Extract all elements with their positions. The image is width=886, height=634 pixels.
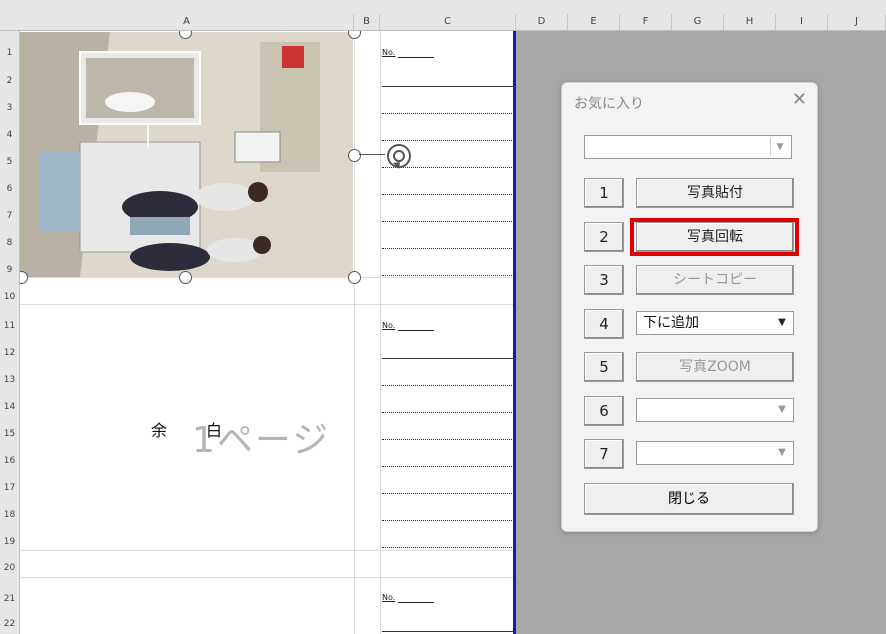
add-below-dropdown[interactable]: 下に追加 ▼ — [636, 311, 794, 335]
row-number[interactable]: 22 — [0, 619, 19, 629]
photo-zoom-button[interactable]: 写真ZOOM — [636, 352, 794, 382]
close-button[interactable]: 閉じる — [584, 483, 794, 515]
row-number[interactable]: 11 — [0, 321, 19, 331]
resize-handle[interactable] — [348, 31, 361, 39]
form-line — [382, 547, 514, 548]
row-number[interactable]: 18 — [0, 510, 19, 520]
copy-sheet-button[interactable]: シートコピー — [636, 265, 794, 295]
number-underline — [398, 330, 434, 331]
row-number[interactable]: 8 — [0, 238, 19, 248]
column-header-bar: A B C D E F G H I J — [0, 0, 886, 31]
paste-photo-button[interactable]: 写真貼付 — [636, 178, 794, 208]
row-number[interactable]: 1 — [0, 48, 19, 58]
chevron-down-icon[interactable]: ▼ — [770, 138, 789, 156]
form-line — [382, 631, 514, 632]
grid-line — [354, 31, 355, 634]
column-header-d[interactable]: D — [516, 14, 568, 30]
column-header-h[interactable]: H — [724, 14, 776, 30]
resize-handle[interactable] — [20, 271, 28, 284]
resize-handle[interactable] — [179, 271, 192, 284]
row-number[interactable]: 2 — [0, 76, 19, 86]
column-header-g[interactable]: G — [672, 14, 724, 30]
inserted-photo[interactable] — [20, 32, 353, 277]
shortcut-button-4[interactable]: 4 — [584, 309, 624, 339]
grid-line — [380, 31, 381, 634]
rotate-photo-button[interactable]: 写真回転 — [636, 222, 794, 252]
grid-line — [20, 277, 515, 278]
handle-connector — [359, 154, 385, 155]
form-line — [382, 466, 514, 467]
favorites-dropdown[interactable]: ▼ — [584, 135, 792, 159]
column-header-j[interactable]: J — [828, 14, 886, 30]
resize-handle[interactable] — [348, 271, 361, 284]
worksheet[interactable]: No. No. No. 余 白 1ページ — [20, 31, 515, 634]
shortcut-button-5[interactable]: 5 — [584, 352, 624, 382]
form-line — [382, 439, 514, 440]
row-number[interactable]: 10 — [0, 292, 19, 302]
form-line — [382, 275, 514, 276]
shortcut-button-1[interactable]: 1 — [584, 178, 624, 208]
chevron-down-icon[interactable]: ▼ — [773, 444, 791, 462]
favorites-dialog: お気に入り ✕ ▼ 1 写真貼付 2 写真回転 3 シートコピー 4 下に追加 … — [561, 82, 818, 532]
row-number[interactable]: 16 — [0, 456, 19, 466]
column-header-f[interactable]: F — [620, 14, 672, 30]
column-header-i[interactable]: I — [776, 14, 828, 30]
rotate-icon[interactable] — [384, 141, 414, 171]
form-line — [382, 493, 514, 494]
form-line — [382, 385, 514, 386]
form-line — [382, 358, 514, 359]
grid-line — [20, 304, 515, 305]
form-line — [382, 86, 514, 87]
column-header-c[interactable]: C — [380, 14, 516, 30]
column-header-a[interactable]: A — [20, 14, 354, 30]
row-number[interactable]: 3 — [0, 103, 19, 113]
form-line — [382, 113, 514, 114]
column-header-e[interactable]: E — [568, 14, 620, 30]
row-number[interactable]: 4 — [0, 130, 19, 140]
option-6-dropdown[interactable]: ▼ — [636, 398, 794, 422]
number-underline — [398, 57, 434, 58]
row-number[interactable]: 14 — [0, 402, 19, 412]
shortcut-button-3[interactable]: 3 — [584, 265, 624, 295]
row-number[interactable]: 12 — [0, 348, 19, 358]
blank-label-left: 余 — [151, 421, 168, 440]
grid-line — [20, 577, 515, 578]
form-line — [382, 221, 514, 222]
row-number[interactable]: 17 — [0, 483, 19, 493]
dialog-title: お気に入り — [574, 96, 644, 112]
form-line — [382, 520, 514, 521]
row-number[interactable]: 5 — [0, 157, 19, 167]
row-number[interactable]: 19 — [0, 537, 19, 547]
resize-handle[interactable] — [348, 149, 361, 162]
add-below-label: 下に追加 — [643, 315, 699, 331]
row-number[interactable]: 21 — [0, 594, 19, 604]
form-line — [382, 194, 514, 195]
column-header-b[interactable]: B — [354, 14, 380, 30]
page-watermark: 1ページ — [192, 420, 331, 461]
shortcut-button-6[interactable]: 6 — [584, 396, 624, 426]
row-header-bar: 1 2 3 4 5 6 7 8 9 10 11 12 13 14 15 16 1… — [0, 31, 20, 634]
row-number[interactable]: 6 — [0, 184, 19, 194]
grid-line — [20, 550, 515, 551]
row-number[interactable]: 20 — [0, 563, 19, 573]
chevron-down-icon[interactable]: ▼ — [773, 401, 791, 419]
form-line — [382, 248, 514, 249]
row-number[interactable]: 15 — [0, 429, 19, 439]
number-label: No. — [382, 593, 396, 602]
number-underline — [398, 602, 434, 603]
close-icon[interactable]: ✕ — [792, 89, 807, 110]
row-number[interactable]: 13 — [0, 375, 19, 385]
number-label: No. — [382, 48, 396, 57]
shortcut-button-2[interactable]: 2 — [584, 222, 624, 252]
shortcut-button-7[interactable]: 7 — [584, 439, 624, 469]
number-label: No. — [382, 321, 396, 330]
option-7-dropdown[interactable]: ▼ — [636, 441, 794, 465]
row-number[interactable]: 7 — [0, 211, 19, 221]
photo-graphic — [20, 32, 353, 277]
form-line — [382, 412, 514, 413]
row-number[interactable]: 9 — [0, 265, 19, 275]
chevron-down-icon[interactable]: ▼ — [773, 314, 791, 332]
